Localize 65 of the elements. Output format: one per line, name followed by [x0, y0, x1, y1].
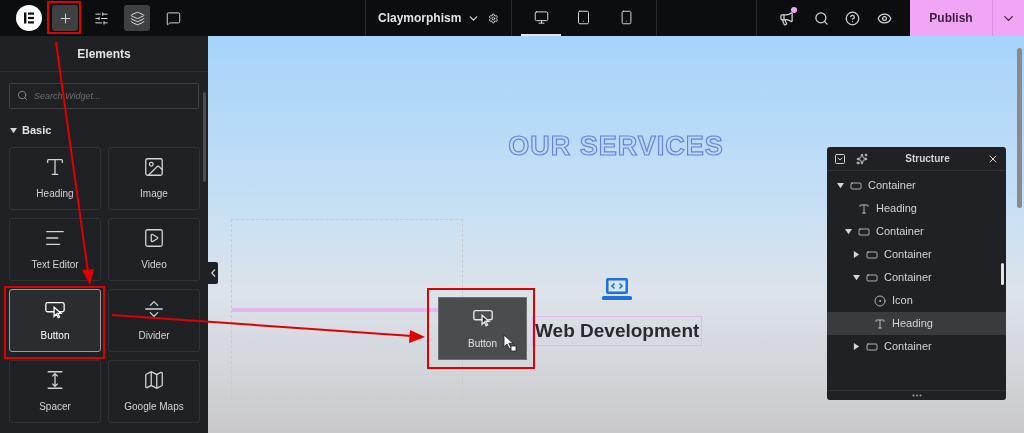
- container-icon: [850, 179, 862, 192]
- container-icon: [866, 340, 878, 353]
- widget-tile[interactable]: Image: [108, 146, 200, 210]
- caret-icon[interactable]: [853, 251, 860, 258]
- add-icon: [57, 10, 73, 26]
- scrollbar: [1001, 263, 1004, 285]
- widget-tile[interactable]: Heading: [9, 146, 101, 210]
- phone-icon: [619, 9, 635, 25]
- cursor-icon: [503, 334, 517, 352]
- chat-icon: [165, 10, 181, 26]
- page-title-dropdown[interactable]: Claymorphism: [378, 9, 481, 27]
- tree-item[interactable]: Container: [827, 174, 1006, 197]
- container-icon: [866, 248, 878, 261]
- caret-icon[interactable]: [853, 343, 860, 350]
- image-icon: [143, 155, 165, 178]
- toolbar-button[interactable]: [52, 5, 78, 31]
- category-header[interactable]: Basic: [10, 122, 208, 139]
- widget-tile[interactable]: Divider: [108, 288, 200, 352]
- text-icon: [858, 202, 870, 215]
- grip-icon[interactable]: [911, 394, 922, 397]
- tree-item[interactable]: Heading: [827, 312, 1006, 335]
- map-icon: [143, 368, 165, 391]
- widget-tile[interactable]: Spacer: [9, 359, 101, 423]
- section-heading: OUR SERVICES: [508, 130, 724, 163]
- tree-item[interactable]: Container: [827, 220, 1006, 243]
- tree-item[interactable]: Container: [827, 243, 1006, 266]
- widget-tile[interactable]: Video: [108, 217, 200, 281]
- container-icon: [866, 271, 878, 284]
- chevron-left-icon: [210, 269, 216, 277]
- caret-icon[interactable]: [845, 228, 852, 235]
- caret-icon[interactable]: [837, 182, 844, 189]
- drag-preview-label: Button: [468, 337, 497, 351]
- preview-icon[interactable]: [876, 10, 892, 26]
- tree-item[interactable]: Container: [827, 266, 1006, 289]
- help-icon[interactable]: [845, 10, 861, 26]
- dropdown-icon[interactable]: [834, 152, 846, 165]
- toolbar-button[interactable]: [124, 5, 150, 31]
- service-title: Web Development: [532, 315, 703, 346]
- caret-icon[interactable]: [10, 126, 17, 134]
- desktop-icon: [533, 9, 549, 25]
- panel-title: Structure: [904, 152, 951, 166]
- laptop-code-icon: [602, 276, 633, 302]
- circle-icon: [874, 294, 886, 307]
- search-icon[interactable]: [813, 10, 829, 26]
- tree-item[interactable]: Container: [827, 335, 1006, 358]
- collapse-handle[interactable]: [208, 262, 218, 284]
- tablet-icon: [576, 9, 592, 25]
- tree-item[interactable]: Heading: [827, 197, 1006, 220]
- container-icon: [858, 225, 870, 238]
- text-icon: [874, 317, 886, 330]
- search-icon: [17, 90, 28, 101]
- megaphone-icon: [778, 10, 794, 26]
- sparkle-icon[interactable]: [856, 152, 868, 165]
- widget-tile[interactable]: Text Editor: [9, 217, 101, 281]
- highlight-frame: [47, 1, 81, 34]
- widget-tile[interactable]: Google Maps: [108, 359, 200, 423]
- caret-icon[interactable]: [853, 274, 860, 281]
- search-field[interactable]: Search Widget...: [9, 83, 199, 109]
- logo-icon: [16, 5, 42, 31]
- play-icon: [143, 226, 165, 249]
- sliders-icon: [93, 10, 109, 26]
- layers-icon: [129, 10, 145, 26]
- tree-item[interactable]: Icon: [827, 289, 1006, 312]
- widget-tile[interactable]: Button: [9, 288, 101, 352]
- settings-icon[interactable]: [488, 10, 499, 26]
